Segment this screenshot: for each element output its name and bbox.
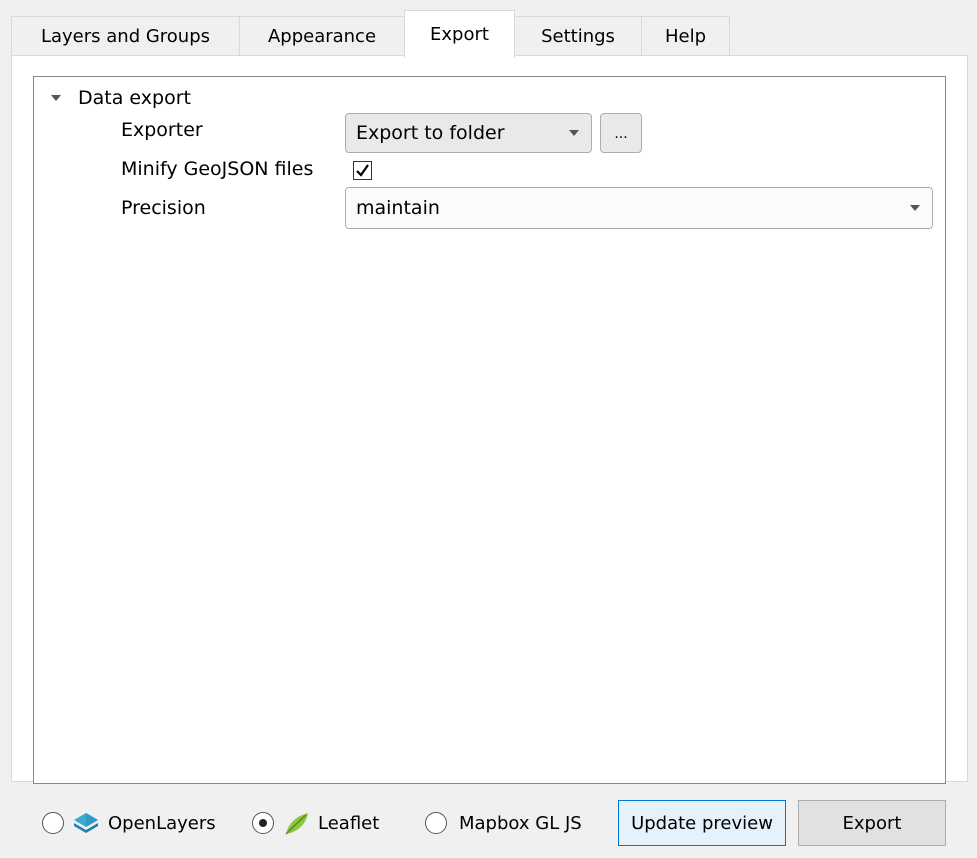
exporter-label: Exporter bbox=[121, 119, 203, 141]
precision-value: maintain bbox=[356, 197, 440, 219]
group-data-export[interactable]: Data export bbox=[34, 83, 191, 113]
radio-mapbox[interactable] bbox=[425, 812, 447, 834]
tab-label: Appearance bbox=[267, 26, 377, 47]
leaflet-icon bbox=[285, 813, 308, 835]
renderer-option-openlayers[interactable]: OpenLayers bbox=[42, 808, 216, 838]
precision-label: Precision bbox=[121, 197, 206, 219]
tab-settings[interactable]: Settings bbox=[514, 16, 642, 56]
renderer-option-leaflet[interactable]: Leaflet bbox=[252, 808, 379, 838]
chevron-down-icon bbox=[910, 205, 920, 211]
renderer-label: OpenLayers bbox=[108, 812, 216, 834]
radio-leaflet[interactable] bbox=[252, 812, 274, 834]
checkmark-icon bbox=[356, 164, 369, 177]
expand-arrow-icon[interactable] bbox=[51, 95, 61, 101]
precision-dropdown[interactable]: maintain bbox=[345, 187, 933, 229]
minify-checkbox[interactable] bbox=[353, 161, 372, 180]
update-preview-button[interactable]: Update preview bbox=[618, 800, 786, 846]
minify-label: Minify GeoJSON files bbox=[121, 158, 314, 180]
tab-label: Settings bbox=[541, 26, 615, 47]
exporter-value: Export to folder bbox=[356, 122, 505, 144]
group-label: Data export bbox=[78, 87, 191, 109]
renderer-label: Leaflet bbox=[318, 812, 380, 834]
tab-layers-and-groups[interactable]: Layers and Groups bbox=[11, 16, 240, 56]
radio-openlayers[interactable] bbox=[42, 812, 64, 834]
renderer-label: Mapbox GL JS bbox=[459, 812, 582, 834]
tab-label: Export bbox=[430, 24, 489, 45]
browse-button[interactable]: ... bbox=[600, 113, 642, 153]
bottom-bar: OpenLayers Leaflet Mapbox GL JS Update p… bbox=[0, 782, 977, 858]
browse-label: ... bbox=[614, 126, 628, 142]
tab-content-export: Data export Exporter Export to folder ..… bbox=[11, 55, 968, 784]
tab-export[interactable]: Export bbox=[404, 10, 515, 58]
tab-help[interactable]: Help bbox=[641, 16, 730, 56]
openlayers-icon bbox=[74, 813, 98, 833]
button-label: Export bbox=[842, 812, 902, 834]
exporter-dropdown[interactable]: Export to folder bbox=[345, 113, 592, 153]
renderer-option-mapbox[interactable]: Mapbox GL JS bbox=[425, 808, 582, 838]
tab-label: Help bbox=[664, 26, 707, 47]
chevron-down-icon bbox=[569, 130, 579, 136]
tab-appearance[interactable]: Appearance bbox=[239, 16, 405, 56]
export-settings-tree[interactable]: Data export Exporter Export to folder ..… bbox=[33, 76, 946, 784]
tab-label: Layers and Groups bbox=[40, 26, 211, 47]
button-label: Update preview bbox=[631, 812, 773, 834]
export-button[interactable]: Export bbox=[798, 800, 946, 846]
